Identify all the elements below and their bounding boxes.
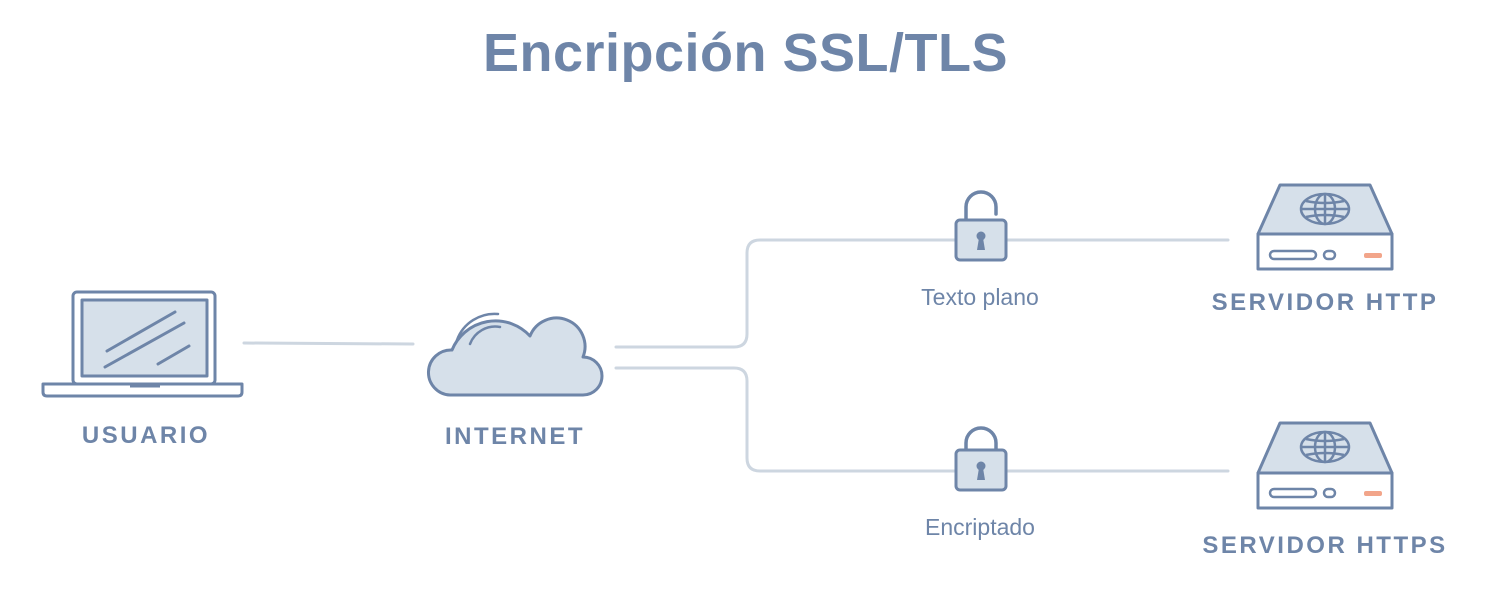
connector-lines [242, 238, 1230, 473]
server-icon [1256, 183, 1394, 271]
http-server-label: SERVIDOR HTTP [1211, 289, 1439, 316]
encrypted-label: Encriptado [925, 514, 1035, 540]
internet-label: INTERNET [445, 423, 585, 450]
secure-server-icon [1256, 421, 1394, 510]
user-label: USUARIO [81, 422, 211, 449]
https-server-label: SERVIDOR HTTPS [1202, 532, 1448, 559]
laptop-icon [41, 290, 244, 398]
unlocked-padlock-icon [954, 190, 1008, 262]
line-internet-https [614, 366, 1230, 473]
cloud-icon [427, 312, 604, 397]
plain-text-label: Texto plano [921, 284, 1039, 310]
locked-padlock-icon [954, 426, 1008, 492]
line-user-internet [242, 341, 415, 346]
